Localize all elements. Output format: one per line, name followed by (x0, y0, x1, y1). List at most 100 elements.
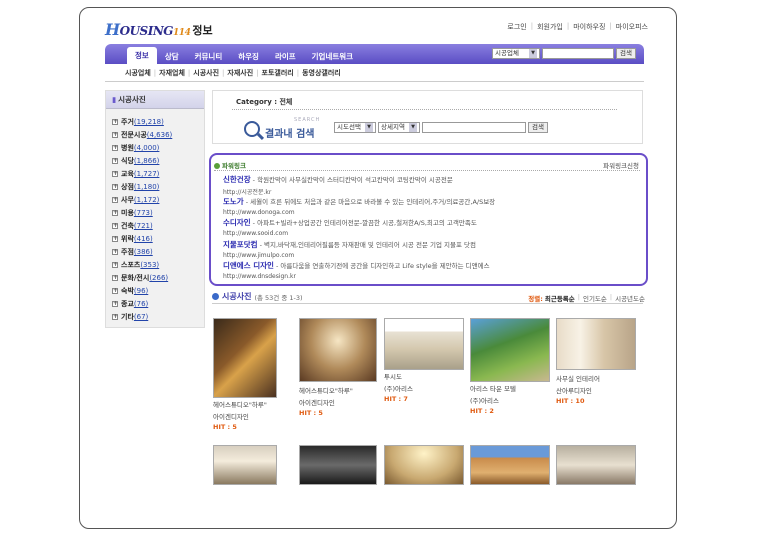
signup-link[interactable]: 회원가입 (537, 22, 563, 32)
photo-title[interactable]: 헤어스튜디오"하루" (299, 386, 377, 396)
photo-item[interactable]: 헤어스튜디오"하루" 아이겐디자인 HIT : 5 (213, 318, 277, 432)
photo-title[interactable]: 투시도 (384, 372, 464, 382)
subnav-item[interactable]: 자재업체 (159, 68, 185, 78)
photo-item[interactable] (299, 445, 377, 485)
photo-item[interactable] (470, 445, 550, 485)
ad-title[interactable]: 도노가 - 세월이 흐른 뒤에도 처음과 같은 마음으로 바라볼 수 있는 인테… (223, 196, 643, 207)
sidebar-item[interactable]: + 미용 (773) (112, 206, 204, 219)
sort-option[interactable]: 최근등록순 (545, 293, 575, 303)
sidebar-item[interactable]: + 주거 (19,218) (112, 115, 204, 128)
power-link-ad[interactable]: 수디자인 - 아파트+빌라+상업공간 인테리어전문-깔끔한 시공,철저한A/S,… (223, 217, 643, 239)
tab-3[interactable]: 하우징 (230, 49, 267, 64)
site-logo[interactable]: HOUSING114 정보 (105, 20, 213, 39)
sidebar-item-count[interactable]: (1,866) (134, 157, 160, 165)
sidebar-item-count[interactable]: (416) (134, 235, 153, 243)
photo-item[interactable] (384, 445, 464, 485)
ad-url[interactable]: http://www.sooid.com (223, 230, 643, 237)
ad-title[interactable]: 지물포닷컴 - 벽지,바닥재,인테리어필름등 자재판매 및 인테리어 시공 전문… (223, 239, 643, 250)
photo-item[interactable]: 투시도 (주)아리스 HIT : 7 (384, 318, 464, 404)
sidebar-item[interactable]: + 상점 (1,180) (112, 180, 204, 193)
sidebar-item[interactable]: + 주점 (386) (112, 245, 204, 258)
ad-url[interactable]: http://www.donoga.com (223, 209, 643, 216)
tab-5[interactable]: 기업네트워크 (304, 49, 361, 64)
region-select[interactable]: 시도선택 ▼ (334, 122, 376, 133)
sort-option[interactable]: 시공년도순 (615, 293, 645, 303)
power-link-ad[interactable]: 도노가 - 세월이 흐른 뒤에도 처음과 같은 마음으로 바라볼 수 있는 인테… (223, 196, 643, 218)
photo-title[interactable]: 헤어스튜디오"하루" (213, 400, 277, 410)
subnav-item[interactable]: 포토갤러리 (262, 68, 294, 78)
photo-title[interactable]: 사무실 인테리어 (556, 374, 636, 384)
search-button[interactable]: 검색 (616, 48, 636, 59)
power-link-apply[interactable]: 파워링크신청 (603, 160, 639, 170)
search-input[interactable] (542, 48, 615, 59)
photo-thumbnail[interactable] (384, 318, 464, 370)
ad-url[interactable]: http://www.jimulpo.com (223, 252, 643, 259)
photo-thumbnail[interactable] (384, 445, 464, 485)
my-housing-link[interactable]: 마이하우징 (573, 22, 605, 32)
login-link[interactable]: 로그인 (507, 22, 526, 32)
sidebar-item[interactable]: + 기타 (67) (112, 310, 204, 323)
photo-thumbnail[interactable] (299, 445, 377, 485)
sidebar-item-count[interactable]: (1,172) (134, 196, 160, 204)
tab-0[interactable]: 정보 (127, 47, 157, 64)
search-category-select[interactable]: 시공업체 ▼ (492, 48, 541, 59)
sidebar-item-count[interactable]: (4,000) (134, 144, 160, 152)
sidebar-item-count[interactable]: (76) (134, 300, 148, 308)
photo-thumbnail[interactable] (556, 445, 636, 485)
my-office-link[interactable]: 마이오피스 (616, 22, 648, 32)
photo-thumbnail[interactable] (213, 318, 277, 398)
sidebar-item[interactable]: + 병원 (4,000) (112, 141, 204, 154)
result-search-button[interactable]: 검색 (528, 122, 548, 133)
photo-title[interactable]: 아리스 타운 모텔 (470, 384, 550, 394)
sidebar-item[interactable]: + 문화/전시 (266) (112, 271, 204, 284)
tab-4[interactable]: 라이프 (267, 49, 304, 64)
sidebar-item-count[interactable]: (353) (140, 261, 159, 269)
result-search-input[interactable] (422, 122, 526, 133)
sidebar-item[interactable]: + 건축 (721) (112, 219, 204, 232)
tab-2[interactable]: 커뮤니티 (187, 49, 231, 64)
power-link-ad[interactable]: 신한건장 - 학원칸막이 사무실칸막이 스터디칸막이 석고칸막이 코팅칸막이 시… (223, 174, 643, 196)
photo-item[interactable]: 사무실 인테리어 산아루디자인 HIT : 10 (556, 318, 636, 406)
photo-item[interactable] (556, 445, 636, 485)
sidebar-item[interactable]: + 위락 (416) (112, 232, 204, 245)
photo-thumbnail[interactable] (299, 318, 377, 382)
ad-title[interactable]: 디앤에스 디자인 - 아름다움을 연출하기전에 공간을 디자인하고 Life s… (223, 260, 643, 271)
photo-thumbnail[interactable] (556, 318, 636, 370)
subnav-item[interactable]: 시공사진 (193, 68, 219, 78)
photo-item[interactable] (213, 445, 277, 485)
photo-thumbnail[interactable] (213, 445, 277, 485)
sidebar-item-count[interactable]: (4,636) (147, 131, 173, 139)
sidebar-item[interactable]: + 전문시공 (4,636) (112, 128, 204, 141)
subnav-item[interactable]: 동영상갤러리 (302, 68, 341, 78)
subnav-item[interactable]: 자재사진 (227, 68, 253, 78)
photo-item[interactable]: 헤어스튜디오"하루" 아이겐디자인 HIT : 5 (299, 318, 377, 418)
sidebar-item-count[interactable]: (721) (134, 222, 153, 230)
sidebar-item-count[interactable]: (1,727) (134, 170, 160, 178)
photo-item[interactable]: 아리스 타운 모텔 (주)아리스 HIT : 2 (470, 318, 550, 416)
power-link-ad[interactable]: 디앤에스 디자인 - 아름다움을 연출하기전에 공간을 디자인하고 Life s… (223, 260, 643, 282)
sidebar-item[interactable]: + 숙박 (96) (112, 284, 204, 297)
ad-title[interactable]: 신한건장 - 학원칸막이 사무실칸막이 스터디칸막이 석고칸막이 코팅칸막이 시… (223, 174, 643, 185)
sidebar-item-count[interactable]: (96) (134, 287, 148, 295)
detail-region-select[interactable]: 상세지역 ▼ (378, 122, 420, 133)
sidebar-item-count[interactable]: (19,218) (134, 118, 164, 126)
sidebar-item[interactable]: + 식당 (1,866) (112, 154, 204, 167)
sidebar-item[interactable]: + 종교 (76) (112, 297, 204, 310)
sidebar-item-count[interactable]: (67) (134, 313, 148, 321)
sidebar-item[interactable]: + 스포츠 (353) (112, 258, 204, 271)
sidebar-item[interactable]: + 교육 (1,727) (112, 167, 204, 180)
sidebar-item-count[interactable]: (1,180) (134, 183, 160, 191)
power-link-ad[interactable]: 지물포닷컴 - 벽지,바닥재,인테리어필름등 자재판매 및 인테리어 시공 전문… (223, 239, 643, 261)
plus-icon: + (112, 273, 119, 281)
sort-option[interactable]: 인기도순 (583, 293, 607, 303)
tab-1[interactable]: 상담 (157, 49, 187, 64)
sidebar-item-count[interactable]: (386) (134, 248, 153, 256)
subnav-item[interactable]: 시공업체 (125, 68, 151, 78)
ad-title[interactable]: 수디자인 - 아파트+빌라+상업공간 인테리어전문-깔끔한 시공,철저한A/S,… (223, 217, 643, 228)
sidebar-item-count[interactable]: (266) (149, 274, 168, 282)
ad-url[interactable]: http://www.dnsdesign.kr (223, 273, 643, 280)
photo-thumbnail[interactable] (470, 445, 550, 485)
sidebar-item[interactable]: + 사무 (1,172) (112, 193, 204, 206)
sidebar-item-count[interactable]: (773) (134, 209, 153, 217)
photo-thumbnail[interactable] (470, 318, 550, 382)
